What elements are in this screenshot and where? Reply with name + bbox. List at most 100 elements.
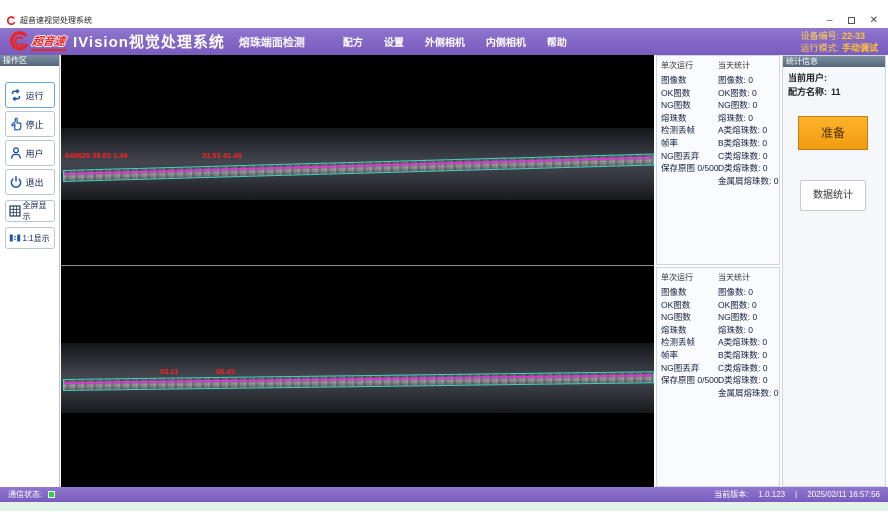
stat-row: 图像数: 0 [718,74,778,87]
stat-row: 熔珠数: 0 [718,324,778,337]
window-title: 超音速视觉处理系统 [20,15,92,26]
app-title: IVision视觉处理系统 [73,31,225,52]
run-mode-label: 运行模式: [800,43,839,53]
recipe-name-value: 11 [831,87,841,97]
stat-row: C类熔珠数: 0 [718,150,778,163]
stat-row: 帧率 [661,349,710,362]
app-header: 超音速 IVision视觉处理系统 熔珠端面检测 配方 设置 外侧相机 内侧相机… [0,28,888,55]
stat-row: C类熔珠数: 0 [718,362,778,375]
minimize-icon[interactable]: – [827,16,833,26]
stats-panel-bottom: 单次运行 图像数OK图数NG图数熔珠数检测丢帧帧率NG图丢弃保存原图 0/500… [656,267,780,487]
brand-name: 超音速 [31,33,69,51]
app-window: 超音速视觉处理系统 – ✕ 超音速 IVision视觉处理系统 熔珠端面检测 配… [0,0,888,522]
data-statistics-button[interactable]: 数据统计 [800,180,866,211]
menu-item-help[interactable]: 帮助 [547,34,567,49]
device-id-label: 设备编号: [800,31,839,41]
stat-row: B类熔珠数: 0 [718,349,778,362]
info-panel-title: 统计信息 [783,56,885,67]
detection-line-overlay [64,374,653,384]
exit-button-label: 退出 [26,176,44,189]
stat-row: B类熔珠数: 0 [718,137,778,150]
stat-row: NG图数: 0 [718,99,778,112]
stat-row: 帧率 [661,137,710,150]
menu-item-inner-camera[interactable]: 内侧相机 [486,34,526,49]
stat-row: NG图丢弃 [661,362,710,375]
stop-button-label: 停止 [26,118,44,131]
stat-row: 金属屑熔珠数: 0 [718,175,778,188]
current-user-label: 当前用户: [788,73,827,83]
single-run-title: 单次运行 [661,60,710,71]
header-device-info: 设备编号:22-33 运行模式:手动调试 [800,30,880,54]
sidebar-buttons: 运行 停止 用户 退出 [0,66,59,249]
measurement-annotation: 53.11 [160,367,178,376]
version-value: 1.0.123 [758,490,785,499]
single-run-rows: 图像数OK图数NG图数熔珠数检测丢帧帧率NG图丢弃保存原图 0/500 [661,74,710,175]
brand-logo-icon [8,31,30,53]
stat-row: NG图丢弃 [661,150,710,163]
stat-row: D类熔珠数: 0 [718,374,778,387]
stat-row: 图像数 [661,286,710,299]
comm-status-indicator [48,491,55,498]
stat-row: 图像数: 0 [718,286,778,299]
stat-row: NG图数 [661,311,710,324]
version-label: 当前版本: [714,489,748,500]
maximize-icon[interactable] [848,17,855,24]
app-subtitle: 熔珠端面检测 [239,34,305,50]
daily-stats-title: 当天统计 [718,60,778,71]
app-icon [6,16,16,26]
close-icon[interactable]: ✕ [870,16,878,26]
outer-camera-view[interactable]: 640625 39.83 1.49 31.53 41.49 [61,55,654,265]
user-button[interactable]: 用户 [5,140,55,166]
daily-stats-rows: 图像数: 0OK图数: 0NG图数: 0熔珠数: 0A类熔珠数: 0B类熔珠数:… [718,74,778,187]
daily-stats-rows: 图像数: 0OK图数: 0NG图数: 0熔珠数: 0A类熔珠数: 0B类熔珠数:… [718,286,778,399]
run-mode-value: 手动调试 [842,43,878,53]
stop-button[interactable]: 停止 [5,111,55,137]
run-button-label: 运行 [26,89,44,102]
stat-row: 金属屑熔珠数: 0 [718,387,778,400]
recipe-name-label: 配方名称: [788,87,827,97]
power-icon [9,175,23,189]
menu-item-outer-camera[interactable]: 外侧相机 [425,34,465,49]
stat-row: 图像数 [661,74,710,87]
stat-row: 熔珠数 [661,112,710,125]
stat-row: D类熔珠数: 0 [718,162,778,175]
stat-row: OK图数: 0 [718,87,778,100]
inner-camera-view[interactable]: 53.11 56.43 [61,266,654,487]
stat-row: 熔珠数 [661,324,710,337]
user-icon [9,146,23,160]
single-run-rows: 图像数OK图数NG图数熔珠数检测丢帧帧率NG图丢弃保存原图 0/500 [661,286,710,387]
window-titlebar: 超音速视觉处理系统 – ✕ [0,13,888,28]
window-controls: – ✕ [827,16,882,26]
operation-sidebar: 操作区 运行 停止 用户 [0,55,60,487]
status-bar: 通信状态: 当前版本: 1.0.123 | 2025/02/11 16:57:5… [0,487,888,502]
info-panel: 统计信息 当前用户: 配方名称: 11 准备 数据统计 [782,55,886,487]
run-button[interactable]: 运行 [5,82,55,108]
stat-row: A类熔珠数: 0 [718,124,778,137]
one-to-one-button[interactable]: 1:1显示 [5,227,55,249]
comm-status-label: 通信状态: [8,489,42,500]
user-button-label: 用户 [26,147,44,160]
measurement-annotation: 640625 39.83 1.49 [65,151,128,160]
daily-stats-title: 当天统计 [718,272,778,283]
menu-item-settings[interactable]: 设置 [384,34,404,49]
stat-row: 检测丢帧 [661,336,710,349]
measurement-annotation: 56.43 [216,367,235,376]
menu-item-recipe[interactable]: 配方 [343,34,363,49]
status-separator: | [795,490,797,499]
fullscreen-button[interactable]: 全屏显示 [5,200,55,222]
stat-row: OK图数 [661,299,710,312]
sidebar-title: 操作区 [0,55,59,66]
exit-button[interactable]: 退出 [5,169,55,195]
menu-bar: 配方 设置 外侧相机 内侧相机 帮助 [343,34,567,49]
stat-row: 保存原图 0/500 [661,162,710,175]
fullscreen-button-label: 全屏显示 [23,200,51,222]
stat-row: A类熔珠数: 0 [718,336,778,349]
one-to-one-icon [9,232,21,244]
desktop-strip [0,502,888,511]
measurement-annotation: 31.53 41.49 [202,151,242,160]
prepare-button[interactable]: 准备 [798,116,868,150]
datetime-value: 2025/02/11 16:57:56 [807,490,880,499]
stat-row: NG图数: 0 [718,311,778,324]
stop-hand-icon [9,117,23,131]
single-run-title: 单次运行 [661,272,710,283]
